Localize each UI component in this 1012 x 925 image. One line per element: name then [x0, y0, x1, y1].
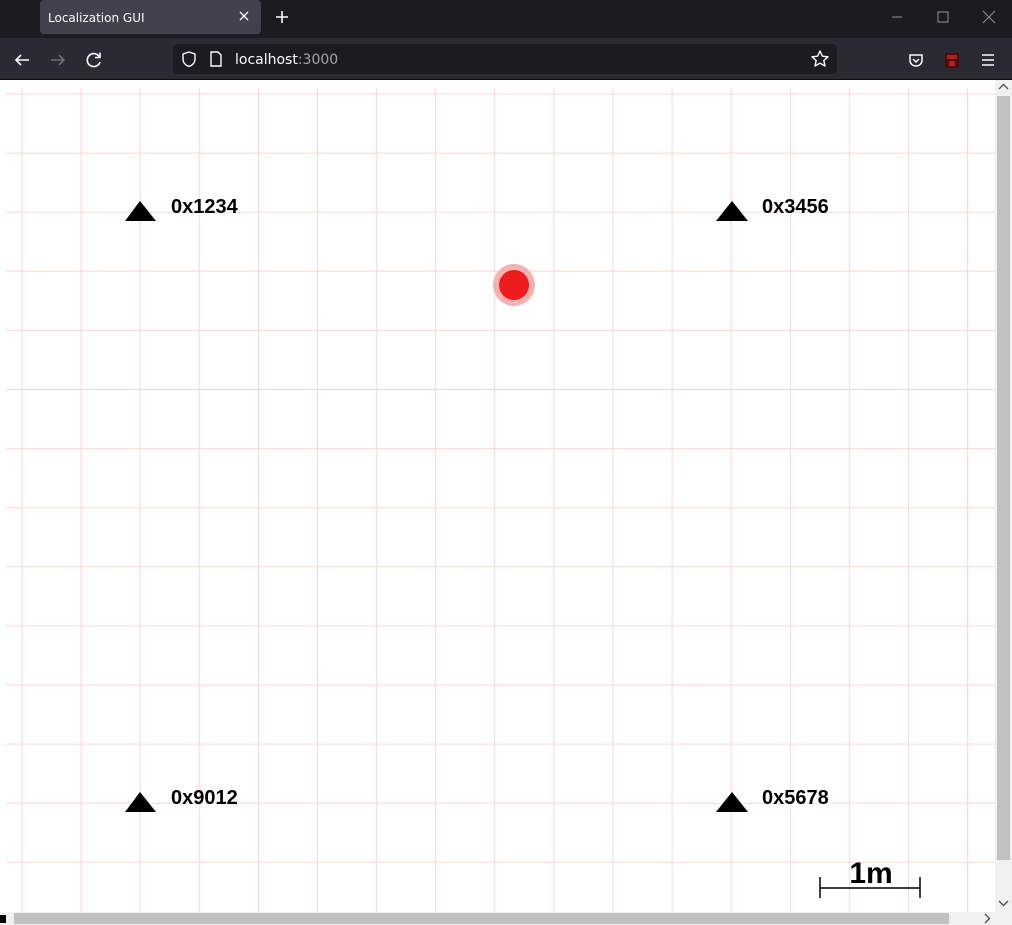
- vertical-scrollbar-thumb[interactable]: [997, 96, 1010, 860]
- tag-position-marker: [493, 264, 535, 306]
- new-tab-icon[interactable]: [271, 6, 293, 28]
- anchor-0x1234[interactable]: 0x1234: [125, 196, 239, 221]
- url-text[interactable]: localhost:3000: [235, 52, 338, 68]
- grid-lines: [6, 88, 995, 912]
- anchor-triangle-icon: [125, 792, 156, 812]
- maximize-icon[interactable]: [920, 0, 966, 34]
- horizontal-scrollbar[interactable]: [0, 912, 1012, 925]
- url-host: localhost: [235, 52, 298, 68]
- pocket-icon[interactable]: [902, 46, 930, 74]
- tab-localization-gui[interactable]: Localization GUI: [40, 0, 261, 34]
- anchor-label: 0x3456: [762, 196, 829, 218]
- scale-bar: 1m: [819, 857, 921, 898]
- hamburger-menu-icon[interactable]: [974, 46, 1002, 74]
- page-content: 0x1234 0x3456 0x9012 0x5678 1m: [0, 80, 995, 912]
- tab-strip: Localization GUI: [0, 0, 1012, 38]
- url-bar[interactable]: localhost:3000: [173, 44, 837, 74]
- anchor-0x9012[interactable]: 0x9012: [125, 787, 238, 812]
- page-icon[interactable]: [207, 50, 225, 68]
- localization-map: 0x1234 0x3456 0x9012 0x5678 1m: [6, 88, 995, 912]
- close-tab-icon[interactable]: [233, 5, 255, 27]
- anchor-0x3456[interactable]: 0x3456: [716, 196, 829, 221]
- navigation-toolbar: localhost:3000: [0, 38, 1012, 80]
- arrow-right-icon[interactable]: [44, 46, 72, 74]
- scroll-up-icon[interactable]: [998, 82, 1009, 92]
- extension-icon[interactable]: [938, 46, 966, 74]
- url-port: :3000: [297, 52, 339, 68]
- minimize-icon[interactable]: [874, 0, 920, 34]
- scroll-left-icon[interactable]: [0, 915, 6, 923]
- anchor-label: 0x5678: [762, 787, 829, 809]
- anchor-triangle-icon: [125, 201, 156, 221]
- scroll-right-icon[interactable]: [982, 913, 992, 924]
- scroll-down-icon[interactable]: [998, 898, 1009, 908]
- anchor-0x5678[interactable]: 0x5678: [716, 787, 829, 812]
- browser-window: Localization GUI localhost:3000 0x1234 0…: [0, 0, 1012, 925]
- vertical-scrollbar[interactable]: [995, 80, 1012, 912]
- anchor-label: 0x1234: [171, 196, 239, 218]
- horizontal-scrollbar-thumb[interactable]: [14, 913, 949, 924]
- tag-dot: [499, 270, 529, 300]
- arrow-left-icon[interactable]: [8, 46, 36, 74]
- reload-icon[interactable]: [80, 46, 108, 74]
- anchor-triangle-icon: [716, 201, 748, 221]
- close-window-icon[interactable]: [966, 0, 1012, 34]
- anchor-triangle-icon: [716, 792, 748, 812]
- anchor-label: 0x9012: [171, 787, 238, 809]
- star-icon[interactable]: [810, 49, 830, 69]
- shield-icon[interactable]: [180, 50, 198, 68]
- scale-label: 1m: [849, 857, 892, 890]
- tab-title: Localization GUI: [48, 11, 145, 25]
